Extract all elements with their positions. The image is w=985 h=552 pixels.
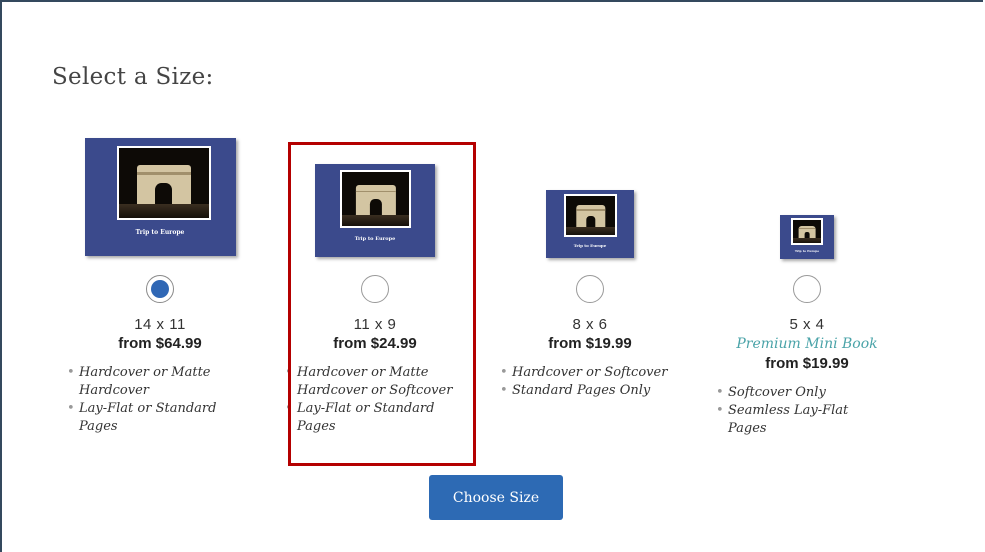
price-label: from $19.99: [765, 355, 849, 372]
size-label: 14 x 11: [134, 316, 186, 333]
feature-item: Softcover Only: [716, 384, 886, 402]
cover-title: Trip to Europe: [135, 229, 185, 236]
cover-photo: [116, 146, 211, 220]
size-radio-14x11[interactable]: [146, 275, 174, 303]
size-radio-5x4[interactable]: [793, 275, 821, 303]
cover-title: Trip to Europe: [573, 243, 607, 248]
feature-item: Standard Pages Only: [500, 382, 680, 400]
cover-photo: [564, 194, 617, 237]
feature-item: Hardcover or Matte Hardcover: [67, 364, 242, 400]
feature-item: Hardcover or Softcover: [500, 364, 680, 382]
book-thumbnail: Trip to Europe: [712, 215, 902, 259]
book-cover: Trip to Europe: [780, 215, 834, 259]
cover-title: Trip to Europe: [794, 249, 820, 253]
choose-size-button[interactable]: Choose Size: [429, 475, 563, 520]
feature-item: Lay-Flat or Standard Pages: [67, 400, 242, 436]
feature-list: Softcover Only Seamless Lay-Flat Pages: [716, 384, 886, 438]
feature-list: Hardcover or Softcover Standard Pages On…: [500, 364, 680, 400]
feature-list: Hardcover or Matte Hardcover Lay-Flat or…: [67, 364, 242, 436]
size-label: 8 x 6: [572, 316, 608, 333]
highlight-annotation: [288, 142, 476, 466]
page-title: Select a Size:: [52, 64, 214, 90]
size-option-8x6[interactable]: Trip to Europe 8 x 6 from $19.99 Hardcov…: [495, 130, 685, 470]
book-cover: Trip to Europe: [546, 190, 634, 258]
price-label: from $64.99: [118, 335, 202, 352]
size-label: 5 x 4: [789, 316, 825, 333]
size-option-5x4[interactable]: Trip to Europe 5 x 4 Premium Mini Book f…: [712, 130, 902, 470]
book-thumbnail: Trip to Europe: [495, 190, 685, 258]
book-cover: Trip to Europe: [84, 138, 236, 256]
price-label: from $19.99: [548, 335, 632, 352]
size-radio-8x6[interactable]: [576, 275, 604, 303]
book-thumbnail: Trip to Europe: [65, 138, 255, 256]
size-option-14x11[interactable]: Trip to Europe 14 x 11 from $64.99 Hardc…: [65, 130, 255, 470]
cover-photo: [791, 218, 823, 245]
product-subtitle: Premium Mini Book: [736, 336, 878, 352]
feature-item: Seamless Lay-Flat Pages: [716, 402, 886, 438]
